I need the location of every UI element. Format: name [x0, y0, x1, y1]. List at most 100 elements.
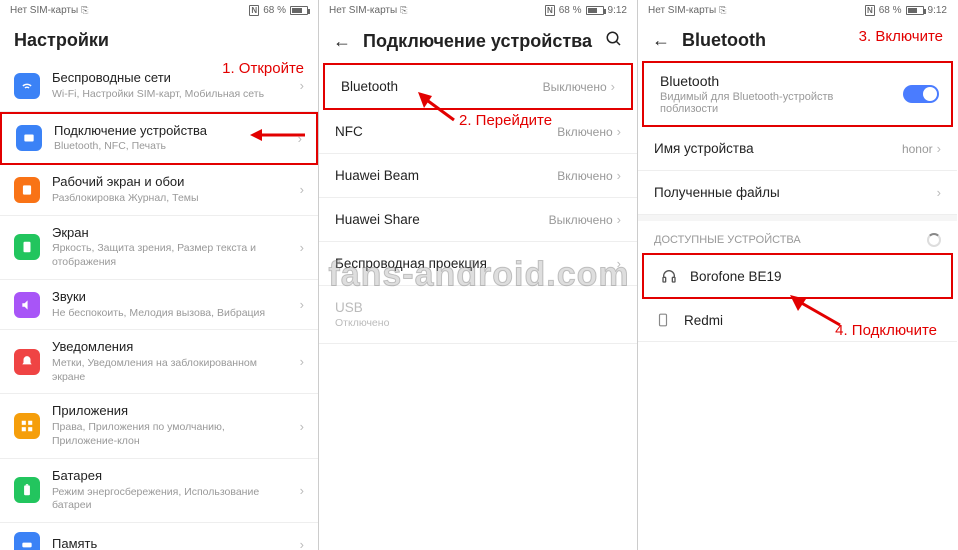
header: ← Подключение устройства — [319, 20, 637, 63]
bluetooth-toggle-row: Bluetooth Видимый для Bluetooth-устройст… — [642, 61, 953, 127]
page-title: Настройки — [14, 30, 109, 51]
battery-icon — [290, 6, 308, 15]
phone-icon — [654, 311, 672, 329]
panel-bluetooth: Нет SIM-карты⎘ N 68 % 9:12 ← Bluetooth B… — [638, 0, 957, 550]
item-label: Полученные файлы — [654, 185, 780, 200]
time: 9:12 — [928, 5, 947, 16]
row-usb: USB Отключено — [319, 286, 637, 344]
header: Настройки — [0, 20, 318, 61]
chevron-right-icon: › — [300, 182, 304, 197]
chevron-right-icon: › — [300, 78, 304, 93]
sim-status: Нет SIM-карты — [329, 5, 397, 16]
page-title: Bluetooth — [682, 30, 766, 51]
status-bar: Нет SIM-карты⎘ N 68 % — [0, 0, 318, 20]
device-name-value: honor — [902, 142, 933, 156]
item-subtitle: Яркость, Защита зрения, Размер текста и … — [52, 242, 288, 269]
available-devices-header: ДОСТУПНЫЕ УСТРОЙСТВА — [638, 221, 957, 253]
settings-item-sounds[interactable]: ЗвукиНе беспокоить, Мелодия вызова, Вибр… — [0, 280, 318, 331]
device-name: Borofone BE19 — [690, 269, 782, 284]
row-bluetooth[interactable]: Bluetooth Выключено› — [325, 65, 631, 108]
row-nfc[interactable]: NFC Включено› — [319, 110, 637, 154]
item-subtitle: Bluetooth, NFC, Печать — [54, 140, 286, 154]
panel-settings: Нет SIM-карты⎘ N 68 % Настройки Беспрово… — [0, 0, 319, 550]
section-label: ДОСТУПНЫЕ УСТРОЙСТВА — [654, 234, 801, 246]
headphones-icon — [660, 267, 678, 285]
settings-item-homescreen[interactable]: Рабочий экран и обоиРазблокировка Журнал… — [0, 165, 318, 216]
item-state: Выключено — [543, 80, 607, 94]
bell-icon — [14, 349, 40, 375]
row-huawei-beam[interactable]: Huawei Beam Включено› — [319, 154, 637, 198]
item-label: NFC — [335, 124, 363, 139]
wifi-icon — [14, 73, 40, 99]
header: ← Bluetooth — [638, 20, 957, 61]
chevron-right-icon: › — [300, 537, 304, 550]
item-label: Беспроводная проекция — [335, 256, 487, 271]
back-icon[interactable]: ← — [333, 31, 351, 52]
spinner-icon — [927, 233, 941, 247]
bluetooth-row-highlight: Bluetooth Выключено› — [323, 63, 633, 110]
chevron-right-icon: › — [300, 354, 304, 369]
display-icon — [14, 234, 40, 260]
device-name: Redmi — [684, 313, 723, 328]
bluetooth-toggle[interactable] — [903, 85, 939, 103]
storage-icon — [14, 532, 40, 550]
item-subtitle: Разблокировка Журнал, Темы — [52, 192, 288, 206]
settings-item-apps[interactable]: ПриложенияПрава, Приложения по умолчанию… — [0, 394, 318, 458]
battery-icon — [586, 6, 604, 15]
sim-status: Нет SIM-карты — [648, 5, 716, 16]
panel-device-connection: Нет SIM-карты⎘ N 68 % 9:12 ← Подключение… — [319, 0, 638, 550]
settings-item-device-connection[interactable]: Подключение устройстваBluetooth, NFC, Пе… — [0, 112, 318, 166]
search-icon[interactable] — [605, 30, 623, 53]
item-label: Имя устройства — [654, 141, 754, 156]
item-subtitle: Права, Приложения по умолчанию, Приложен… — [52, 421, 288, 448]
item-label: Huawei Share — [335, 212, 420, 227]
item-label: USB — [335, 300, 363, 315]
item-title: Рабочий экран и обои — [52, 174, 288, 191]
back-icon[interactable]: ← — [652, 30, 670, 51]
device-redmi[interactable]: Redmi — [638, 299, 957, 342]
status-bar: Нет SIM-карты⎘ N 68 % 9:12 — [319, 0, 637, 20]
item-state: Включено — [557, 125, 612, 139]
bluetooth-label: Bluetooth — [660, 73, 887, 89]
row-device-name[interactable]: Имя устройства honor› — [638, 127, 957, 171]
item-title: Батарея — [52, 468, 288, 485]
settings-item-display[interactable]: ЭкранЯркость, Защита зрения, Размер текс… — [0, 216, 318, 280]
item-subtitle: Не беспокоить, Мелодия вызова, Вибрация — [52, 307, 288, 321]
battery-percent: 68 % — [263, 5, 286, 16]
item-title: Уведомления — [52, 339, 288, 356]
status-bar: Нет SIM-карты⎘ N 68 % 9:12 — [638, 0, 957, 20]
wallpaper-icon — [14, 177, 40, 203]
battery-icon — [906, 6, 924, 15]
nfc-icon: N — [249, 5, 259, 16]
settings-item-wireless[interactable]: Беспроводные сетиWi-Fi, Настройки SIM-ка… — [0, 61, 318, 112]
chevron-right-icon: › — [300, 419, 304, 434]
item-state: Выключено — [549, 213, 613, 227]
item-title: Экран — [52, 225, 288, 242]
item-subtitle: Wi-Fi, Настройки SIM-карт, Мобильная сет… — [52, 88, 288, 102]
chevron-right-icon: › — [300, 297, 304, 312]
settings-item-battery[interactable]: БатареяРежим энергосбережения, Использов… — [0, 459, 318, 523]
item-title: Беспроводные сети — [52, 70, 288, 87]
item-subtitle: Режим энергосбережения, Использование ба… — [52, 486, 288, 513]
sim-status: Нет SIM-карты — [10, 5, 78, 16]
settings-item-notifications[interactable]: УведомленияМетки, Уведомления на заблоки… — [0, 330, 318, 394]
bluetooth-subtitle: Видимый для Bluetooth-устройств поблизос… — [660, 91, 887, 115]
chevron-right-icon: › — [298, 131, 302, 146]
row-received-files[interactable]: Полученные файлы › — [638, 171, 957, 215]
page-title: Подключение устройства — [363, 31, 592, 52]
connection-icon — [16, 125, 42, 151]
time: 9:12 — [608, 5, 627, 16]
item-state: Включено — [557, 169, 612, 183]
row-huawei-share[interactable]: Huawei Share Выключено› — [319, 198, 637, 242]
battery-percent: 68 % — [879, 5, 902, 16]
battery-settings-icon — [14, 477, 40, 503]
item-label: Huawei Beam — [335, 168, 419, 183]
item-title: Приложения — [52, 403, 288, 420]
item-subtitle: Отключено — [335, 317, 389, 329]
chevron-right-icon: › — [300, 483, 304, 498]
device-borofone[interactable]: Borofone BE19 — [644, 255, 951, 297]
nfc-icon: N — [865, 5, 875, 16]
row-wireless-projection[interactable]: Беспроводная проекция › — [319, 242, 637, 286]
item-title: Память — [52, 536, 288, 550]
settings-item-storage[interactable]: Память › — [0, 523, 318, 550]
